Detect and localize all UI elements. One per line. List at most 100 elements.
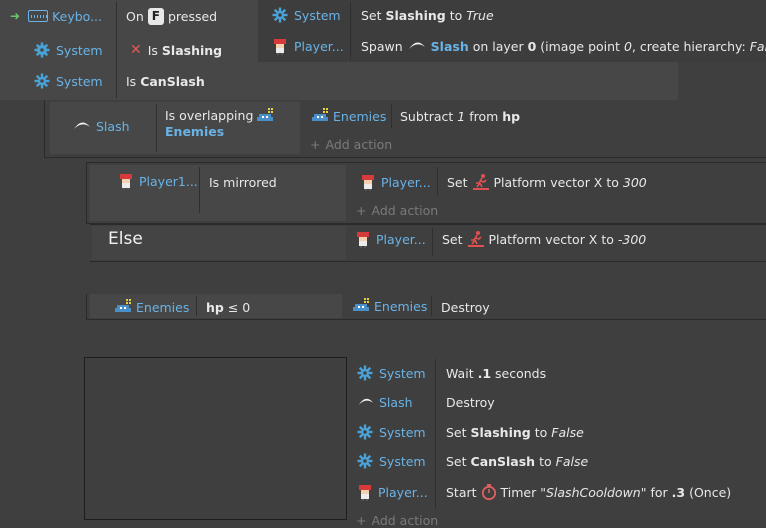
- action-text: Set: [442, 231, 463, 247]
- object-name[interactable]: Slash: [431, 39, 469, 54]
- object-name[interactable]: Enemies: [333, 109, 386, 124]
- action-value: True: [466, 7, 494, 23]
- action-text: Destroy: [446, 394, 495, 410]
- slash-sprite-icon: [358, 398, 374, 405]
- action-text: Start: [446, 484, 477, 500]
- event5-action-system-canslash-obj[interactable]: System: [357, 451, 426, 471]
- condition-text: Is overlapping: [165, 108, 254, 123]
- condition-hp-compare[interactable]: hp ≤ 0: [206, 297, 250, 317]
- condition-text: ≤ 0: [227, 299, 251, 315]
- condition-is-slashing[interactable]: ✕ Is Slashing: [130, 40, 222, 60]
- else-action-player-obj[interactable]: Player...: [355, 229, 426, 249]
- action-text: from: [469, 108, 499, 124]
- action-text: , create hierarchy:: [631, 38, 746, 54]
- add-action-button[interactable]: + Add action: [356, 512, 438, 528]
- object-name[interactable]: System: [379, 425, 426, 440]
- action-value: .1: [477, 365, 492, 381]
- action-text: Destroy: [441, 299, 490, 315]
- event1-condition-system-canslash[interactable]: System: [34, 71, 103, 91]
- event5-action-system-slashing-obj[interactable]: System: [357, 422, 426, 442]
- action-value: .3: [671, 484, 686, 500]
- object-name[interactable]: Player...: [378, 485, 428, 500]
- object-name[interactable]: Enemies: [136, 300, 189, 315]
- action-text: Spawn: [361, 38, 403, 54]
- action-set-vector-x[interactable]: Set Platform vector X to 300: [447, 172, 647, 192]
- action-text: Platform vector X to: [488, 231, 614, 247]
- object-name[interactable]: Enemies: [374, 299, 427, 314]
- action-start-timer[interactable]: Start Timer "SlashCooldown" for .3 (Once…: [446, 482, 731, 502]
- add-action-button[interactable]: + Add action: [310, 136, 392, 152]
- event1-condition-system-slashing[interactable]: System: [34, 40, 103, 60]
- behavior-name: Timer: [500, 484, 537, 500]
- object-name[interactable]: System: [56, 74, 103, 89]
- action-text: Set: [447, 174, 468, 190]
- event2-action-enemies-obj[interactable]: Enemies: [311, 106, 386, 126]
- event5-action-system-wait-obj[interactable]: System: [357, 363, 426, 383]
- gear-icon: [357, 365, 373, 381]
- action-text: to: [539, 453, 552, 469]
- add-action-label: Add action: [371, 512, 439, 528]
- player-sprite-icon: [120, 174, 132, 190]
- condition-text: On: [126, 8, 144, 24]
- object-name[interactable]: System: [379, 366, 426, 381]
- object-name[interactable]: System: [56, 43, 103, 58]
- object-name[interactable]: Keybo...: [52, 9, 102, 24]
- arrow-right-icon: ➜: [10, 9, 21, 23]
- action-text: to: [534, 424, 548, 440]
- event5-action-player-obj[interactable]: Player...: [357, 482, 428, 502]
- event4-action-enemies-obj[interactable]: Enemies: [352, 296, 427, 316]
- action-text: seconds: [495, 365, 547, 381]
- event2-object-slash[interactable]: Slash: [72, 116, 130, 136]
- condition-text: Is mirrored: [209, 174, 277, 190]
- action-value: -300: [617, 231, 647, 247]
- event4-object-enemies[interactable]: Enemies: [114, 297, 189, 317]
- keyboard-icon: [28, 10, 49, 22]
- action-value: False: [555, 453, 589, 469]
- action-set-slashing[interactable]: Set Slashing to True: [361, 5, 494, 25]
- gear-icon: [34, 42, 50, 58]
- variable-name: hp: [206, 299, 224, 315]
- object-name[interactable]: Player1...: [139, 174, 198, 189]
- event3-object-player[interactable]: Player1...: [118, 171, 198, 191]
- player-sprite-icon: [362, 175, 374, 191]
- object-name[interactable]: Slash: [379, 395, 413, 410]
- action-text: Subtract: [400, 108, 454, 124]
- condition-is-canslash[interactable]: Is CanSlash: [126, 71, 205, 91]
- plus-icon: +: [356, 202, 367, 218]
- gear-icon: [272, 7, 288, 23]
- event5-condition-box[interactable]: [84, 357, 347, 520]
- action-text: for: [650, 484, 668, 500]
- action-set-canslash-false[interactable]: Set CanSlash to False: [446, 451, 588, 471]
- slash-sprite-icon: [408, 42, 425, 49]
- action-destroy-slash[interactable]: Destroy: [446, 392, 495, 412]
- object-name[interactable]: System: [294, 8, 341, 23]
- condition-is-overlapping[interactable]: Is overlapping Enemies: [165, 108, 274, 140]
- object-name[interactable]: Player...: [294, 39, 344, 54]
- object-name[interactable]: Slash: [96, 119, 130, 134]
- event1-action-system-obj[interactable]: System: [272, 5, 341, 25]
- event3-action-player-obj[interactable]: Player...: [360, 172, 431, 192]
- action-text: Set: [446, 453, 467, 469]
- object-name[interactable]: Player...: [381, 175, 431, 190]
- condition-text: Is: [126, 73, 137, 89]
- event1-action-player-obj[interactable]: Player...: [272, 36, 344, 56]
- action-spawn-slash[interactable]: Spawn Slash on layer 0 (image point 0, c…: [361, 36, 766, 56]
- action-destroy-enemies[interactable]: Destroy: [441, 297, 490, 317]
- action-set-vector-x-neg[interactable]: Set Platform vector X to -300: [442, 229, 646, 249]
- event1-condition-keyboard[interactable]: ➜ Keybo...: [10, 6, 102, 26]
- add-action-button[interactable]: + Add action: [356, 202, 438, 218]
- action-wait[interactable]: Wait .1 seconds: [446, 363, 546, 383]
- action-set-slashing-false[interactable]: Set Slashing to False: [446, 422, 584, 442]
- slash-sprite-icon: [74, 122, 90, 129]
- object-name[interactable]: Player...: [376, 232, 426, 247]
- action-text: (image point: [540, 38, 620, 54]
- condition-is-mirrored[interactable]: Is mirrored: [209, 172, 277, 192]
- variable-name: Slashing: [470, 424, 531, 440]
- action-text: to: [449, 7, 463, 23]
- object-name[interactable]: System: [379, 454, 426, 469]
- event5-action-slash-obj[interactable]: Slash: [357, 392, 413, 412]
- condition-key-pressed[interactable]: On F pressed: [126, 5, 217, 27]
- enemy-sprite-icon: [115, 299, 131, 312]
- action-subtract-hp[interactable]: Subtract 1 from hp: [400, 106, 520, 126]
- object-name[interactable]: Enemies: [165, 124, 224, 139]
